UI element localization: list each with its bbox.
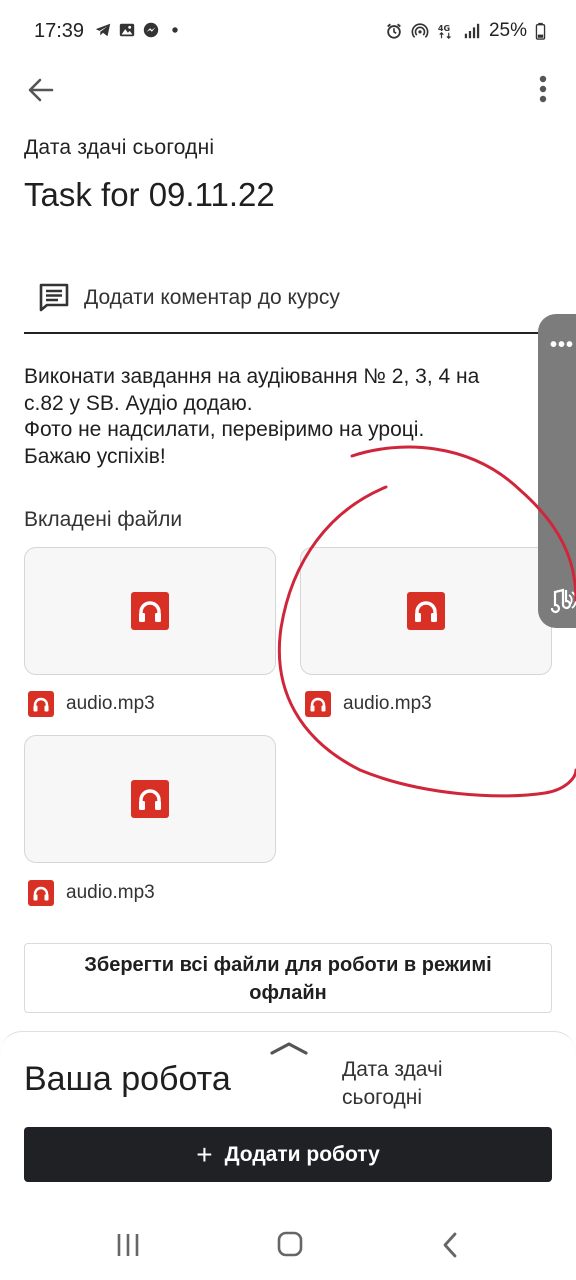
headphones-icon	[305, 691, 331, 717]
add-class-comment[interactable]: Додати коментар до курсу	[24, 266, 554, 334]
page-title: Task for 09.11.22	[24, 176, 275, 213]
description-line: с.82 у SB. Аудіо додаю.	[24, 391, 253, 415]
status-left-icons	[94, 21, 184, 39]
headphones-icon	[28, 880, 54, 906]
file-name: audio.mp3	[66, 693, 155, 714]
alarm-icon	[387, 23, 401, 39]
your-work-due-line: сьогодні	[342, 1086, 423, 1109]
attachments-heading: Вкладені файли	[24, 508, 183, 531]
save-offline-line: Зберегти всі файли для роботи в режимі	[84, 954, 492, 976]
floating-media-panel[interactable]: •••	[538, 314, 576, 628]
battery-icon	[535, 22, 546, 40]
telegram-icon	[95, 23, 111, 37]
status-bar: 17:39 4G 25%	[0, 0, 576, 64]
messenger-icon	[143, 22, 159, 38]
headphones-icon	[131, 780, 169, 818]
status-right: 4G 25%	[385, 20, 546, 42]
system-back-icon[interactable]	[440, 1231, 460, 1259]
add-work-button[interactable]: + Додати роботу	[24, 1127, 552, 1182]
attachment-name-row[interactable]: audio.mp3	[28, 880, 155, 906]
back-arrow-icon	[28, 78, 54, 102]
your-work-due: Дата здачі сьогодні	[342, 1056, 542, 1112]
home-icon[interactable]	[277, 1231, 303, 1257]
description-line: Виконати завдання на аудіювання № 2, 3, …	[24, 365, 480, 388]
attachment-card[interactable]	[24, 547, 276, 675]
add-work-label: Додати роботу	[224, 1142, 380, 1166]
your-work-due-line: Дата здачі	[342, 1058, 443, 1081]
attachment-name-row[interactable]: audio.mp3	[305, 691, 432, 717]
due-date-label: Дата здачі сьогодні	[24, 136, 215, 159]
your-work-title: Ваша робота	[24, 1060, 231, 1098]
save-offline-line: офлайн	[249, 982, 327, 1004]
file-name: audio.mp3	[66, 882, 155, 903]
description-line: Фото не надсилати, перевіримо на уроці.	[24, 418, 425, 441]
hotspot-icon	[411, 23, 429, 38]
signal-icon	[464, 23, 480, 39]
svg-text:4G: 4G	[438, 23, 451, 33]
battery-percent: 25%	[488, 20, 527, 41]
attachment-card[interactable]	[300, 547, 552, 675]
comment-label: Додати коментар до курсу	[84, 286, 340, 309]
task-description: Виконати завдання на аудіювання № 2, 3, …	[24, 364, 544, 470]
comment-icon	[39, 283, 69, 312]
gallery-icon	[119, 23, 135, 37]
file-name: audio.mp3	[343, 693, 432, 714]
more-horiz-icon[interactable]: •••	[550, 334, 574, 357]
system-nav-bar	[0, 1210, 576, 1280]
chevron-up-icon[interactable]	[270, 1040, 308, 1056]
more-vert-icon	[539, 75, 547, 103]
headphones-icon	[131, 592, 169, 630]
dot-icon	[172, 27, 178, 33]
4g-icon: 4G	[438, 23, 451, 40]
save-offline-button[interactable]: Зберегти всі файли для роботи в режимі о…	[24, 943, 552, 1013]
back-button[interactable]	[22, 72, 62, 108]
plus-icon: +	[196, 1138, 213, 1170]
recent-apps-icon[interactable]	[116, 1232, 140, 1258]
more-options-button[interactable]	[528, 72, 558, 108]
headphones-icon	[28, 691, 54, 717]
headphones-icon	[407, 592, 445, 630]
status-time: 17:39	[34, 20, 85, 42]
attachment-card[interactable]	[24, 735, 276, 863]
description-line: Бажаю успіхів!	[24, 444, 166, 468]
music-icon[interactable]	[546, 586, 576, 614]
attachment-name-row[interactable]: audio.mp3	[28, 691, 155, 717]
